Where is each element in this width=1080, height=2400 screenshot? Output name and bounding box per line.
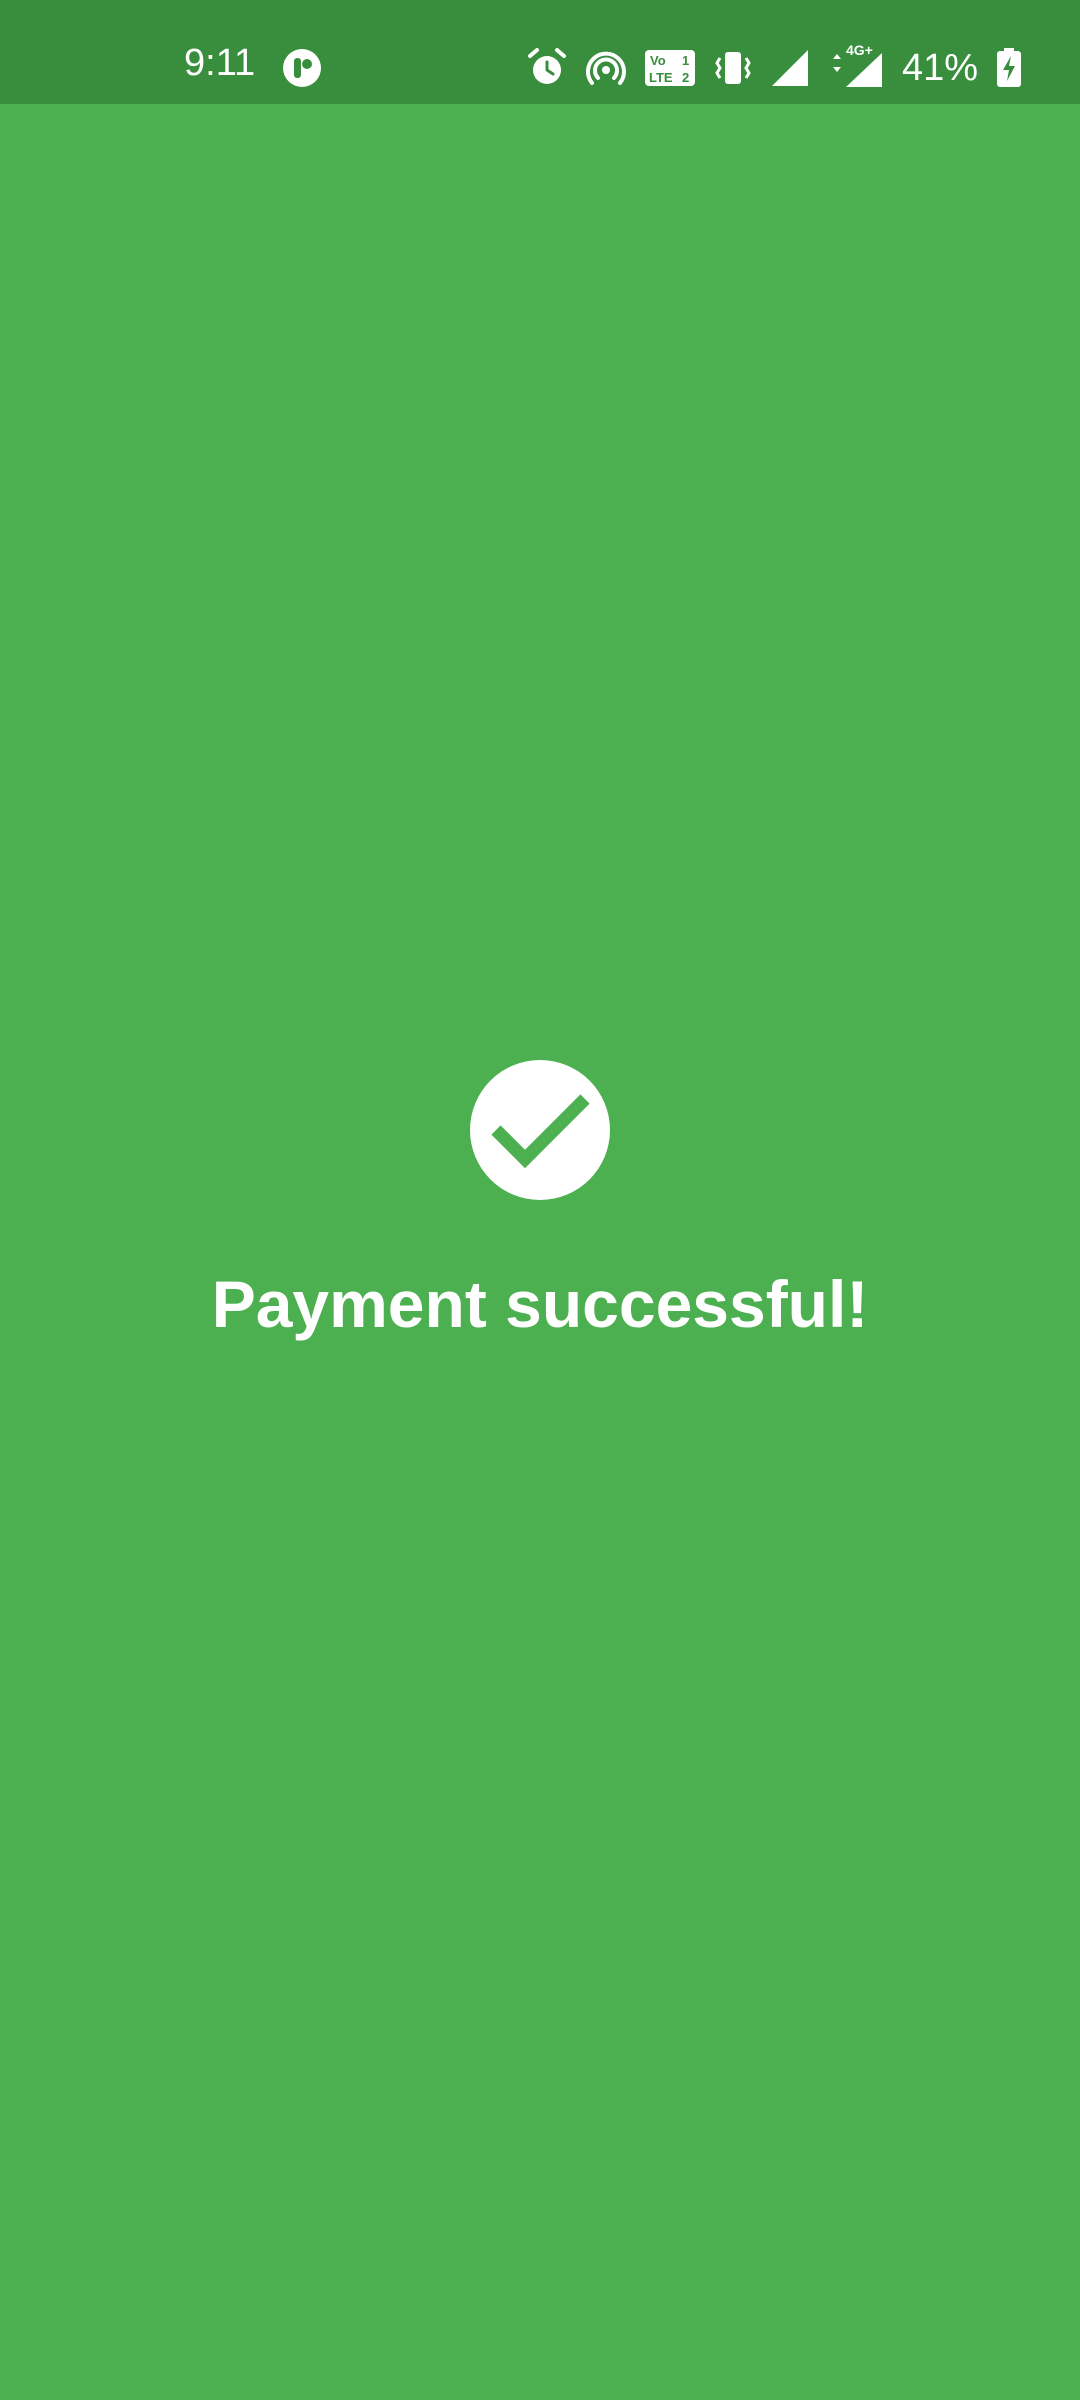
svg-text:LTE: LTE bbox=[649, 70, 673, 85]
check-circle-icon bbox=[470, 1060, 610, 1200]
app-notification-icon bbox=[283, 49, 321, 87]
signal-icon bbox=[771, 50, 808, 86]
volte-icon: Vo 1 LTE 2 bbox=[644, 50, 695, 86]
signal-4g-icon bbox=[832, 53, 882, 87]
vibrate-icon bbox=[715, 52, 751, 84]
svg-text:Vo: Vo bbox=[650, 53, 666, 68]
alarm-icon bbox=[527, 48, 566, 84]
status-time: 9:11 bbox=[184, 42, 256, 84]
status-bar: 9:11 Vo 1 LTE 2 4G+ 41% bbox=[0, 0, 1080, 104]
battery-charging-icon bbox=[997, 48, 1021, 87]
svg-text:1: 1 bbox=[682, 53, 689, 68]
signal-4g-group: 4G+ bbox=[828, 43, 884, 89]
checkmark-icon bbox=[491, 1094, 590, 1169]
battery-percent: 41% bbox=[901, 47, 978, 89]
payment-success-message: Payment successful! bbox=[211, 1267, 869, 1341]
hotspot-icon bbox=[586, 51, 626, 85]
status-icons: Vo 1 LTE 2 4G+ 41% bbox=[526, 43, 1022, 91]
svg-text:2: 2 bbox=[682, 70, 689, 85]
